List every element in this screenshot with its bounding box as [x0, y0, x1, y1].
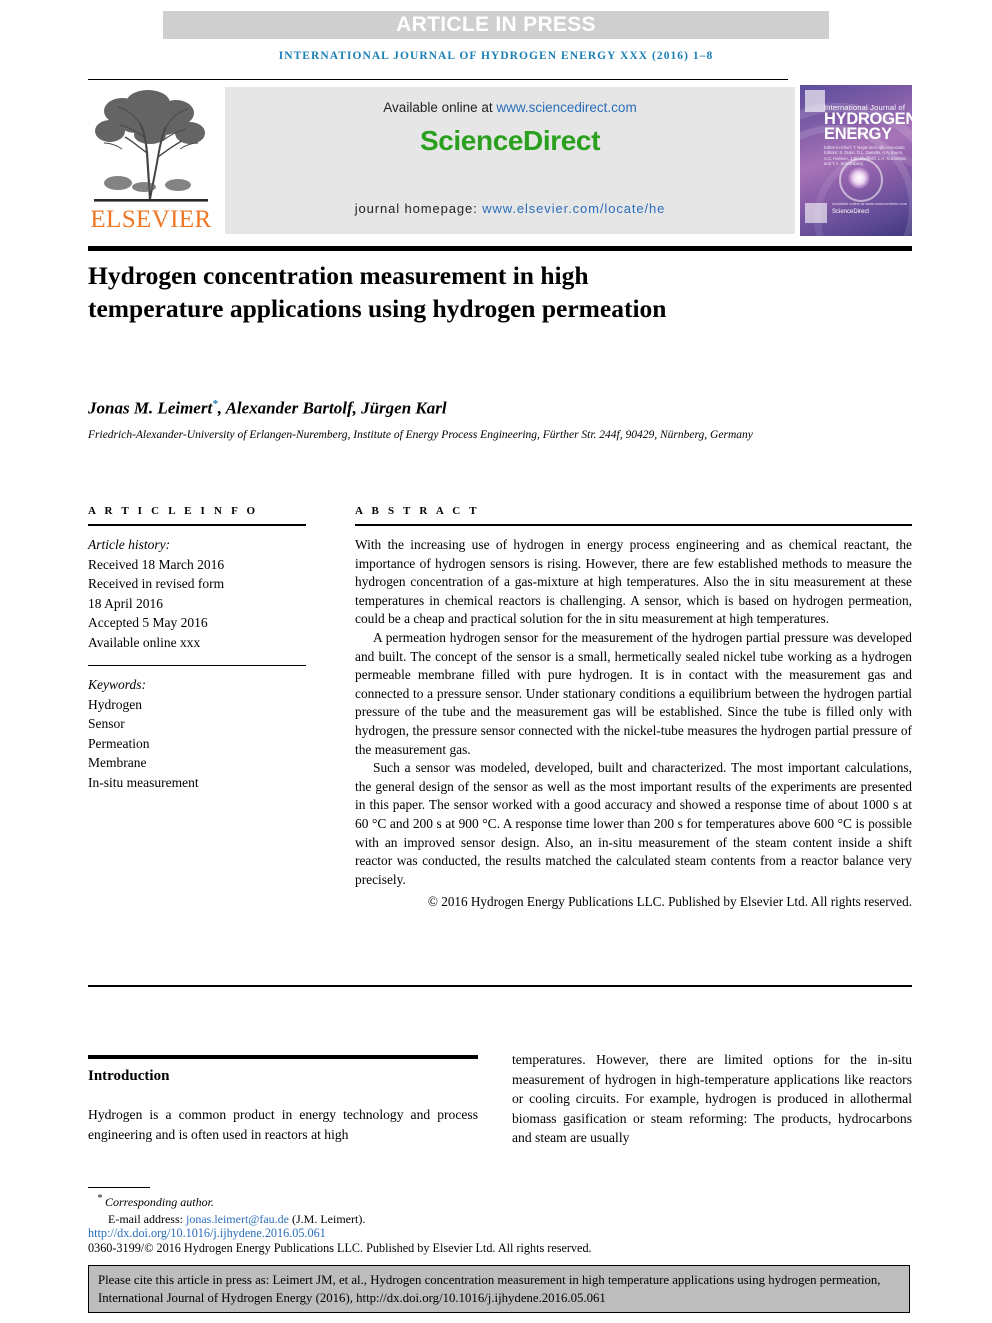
abstract-paragraph: A permeation hydrogen sensor for the mea…: [355, 629, 912, 757]
cite-this-article-text: Please cite this article in press as: Le…: [98, 1273, 881, 1305]
abstract-heading: A B S T R A C T: [355, 505, 480, 517]
sciencedirect-link[interactable]: www.sciencedirect.com: [496, 100, 636, 115]
cover-title-line2: HYDROGEN ENERGY: [824, 110, 912, 143]
article-info-heading: A R T I C L E I N F O: [88, 505, 259, 517]
journal-running-head: INTERNATIONAL JOURNAL OF HYDROGEN ENERGY…: [278, 50, 714, 62]
article-history-label: Article history:: [88, 537, 171, 552]
article-info-rule: [88, 524, 306, 526]
email-link[interactable]: jonas.leimert@fau.de: [186, 1212, 289, 1226]
journal-cover-thumbnail: International Journal of HYDROGEN ENERGY …: [800, 85, 912, 236]
history-item: Received 18 March 2016: [88, 556, 225, 572]
elsevier-tree-icon: [92, 87, 210, 207]
page-title: Hydrogen concentration measurement in hi…: [88, 261, 667, 323]
cite-this-article-box: Please cite this article in press as: Le…: [88, 1265, 910, 1313]
article-in-press-banner: ARTICLE IN PRESS: [163, 11, 829, 39]
keywords-rule: [88, 665, 306, 666]
keywords-label: Keywords:: [88, 677, 146, 692]
cover-glow: [848, 167, 870, 189]
sciencedirect-logo: ScienceDirect: [419, 125, 600, 156]
cover-footer-text: Available online at www.sciencedirect.co…: [832, 201, 908, 206]
introduction-rule: [88, 1055, 478, 1059]
email-label: E-mail address:: [108, 1211, 186, 1226]
body-column-right: temperatures. However, there are limited…: [512, 1050, 912, 1148]
footnote-block: * Corresponding author. E-mail address: …: [88, 1191, 518, 1227]
abstract-bottom-rule: [88, 985, 912, 987]
issn-copyright-line: 0360-3199/© 2016 Hydrogen Energy Publica…: [88, 1241, 592, 1255]
author-list: Jonas M. Leimert*, Alexander Bartolf, Jü…: [88, 398, 788, 419]
available-online-line: Available online at www.sciencedirect.co…: [225, 100, 795, 115]
keywords-block: Keywords: Hydrogen Sensor Permeation Mem…: [88, 675, 306, 792]
journal-homepage-link[interactable]: www.elsevier.com/locate/he: [482, 201, 665, 216]
history-item: Accepted 5 May 2016: [88, 615, 208, 630]
article-in-press-label: ARTICLE IN PRESS: [396, 13, 596, 36]
cover-footer-brand: ScienceDirect: [832, 209, 870, 215]
footnote-rule: [88, 1187, 150, 1188]
body-column-left: Introduction Hydrogen is a common produc…: [88, 1055, 478, 1144]
cover-elsevier-mark-icon: [805, 90, 825, 112]
corresponding-author-note: * Corresponding author.: [97, 1193, 214, 1209]
abstract-rule: [355, 524, 912, 526]
email-line: E-mail address: jonas.leimert@fau.de (J.…: [88, 1211, 518, 1228]
introduction-text-left: Hydrogen is a common product in energy t…: [88, 1107, 478, 1142]
footnote-asterisk: *: [97, 1193, 102, 1204]
article-history: Article history: Received 18 March 2016 …: [88, 535, 306, 652]
abstract-paragraph: With the increasing use of hydrogen in e…: [355, 537, 912, 627]
affiliation: Friedrich-Alexander-University of Erlang…: [88, 429, 753, 441]
introduction-text-right: temperatures. However, there are limited…: [512, 1052, 912, 1146]
elsevier-wordmark: ELSEVIER: [90, 206, 212, 233]
email-suffix: (J.M. Leimert).: [289, 1211, 366, 1226]
history-item: 18 April 2016: [88, 595, 164, 611]
keyword-item: Permeation: [88, 735, 150, 751]
article-info-column: A R T I C L E I N F O Article history: R…: [88, 505, 306, 792]
history-item: Available online xxx: [88, 634, 201, 650]
sciencedirect-box: Available online at www.sciencedirect.co…: [225, 87, 795, 234]
keyword-item: Sensor: [88, 716, 125, 731]
abstract-paragraph: Such a sensor was modeled, developed, bu…: [355, 760, 912, 887]
keyword-item: Hydrogen: [88, 696, 142, 712]
abstract-column: A B S T R A C T With the increasing use …: [355, 505, 912, 910]
abstract-body: With the increasing use of hydrogen in e…: [355, 536, 912, 889]
cover-editor-list: Editor-in-Chief: T. Nejat Veziroğlu Asso…: [824, 145, 907, 167]
keyword-item: Membrane: [88, 755, 147, 770]
elsevier-logo: ELSEVIER: [88, 85, 214, 238]
journal-homepage-prefix: journal homepage:: [354, 201, 483, 216]
masthead: ELSEVIER Available online at www.science…: [88, 85, 912, 238]
author-first: Jonas M. Leimert: [88, 398, 213, 418]
author-rest: , Alexander Bartolf, Jürgen Karl: [217, 398, 447, 418]
keyword-item: In-situ measurement: [88, 774, 199, 790]
history-item: Received in revised form: [88, 576, 225, 591]
introduction-heading: Introduction: [88, 1068, 170, 1084]
available-online-prefix: Available online at: [383, 100, 497, 115]
paper-page: ARTICLE IN PRESS INTERNATIONAL JOURNAL O…: [0, 0, 992, 1323]
journal-homepage-line: journal homepage: www.elsevier.com/locat…: [225, 201, 795, 216]
doi-link[interactable]: http://dx.doi.org/10.1016/j.ijhydene.201…: [88, 1226, 326, 1241]
cover-ihe-mark-icon: [805, 203, 827, 223]
abstract-copyright: © 2016 Hydrogen Energy Publications LLC.…: [427, 894, 912, 910]
title-top-rule: [88, 246, 912, 251]
masthead-top-rule: [88, 79, 788, 80]
